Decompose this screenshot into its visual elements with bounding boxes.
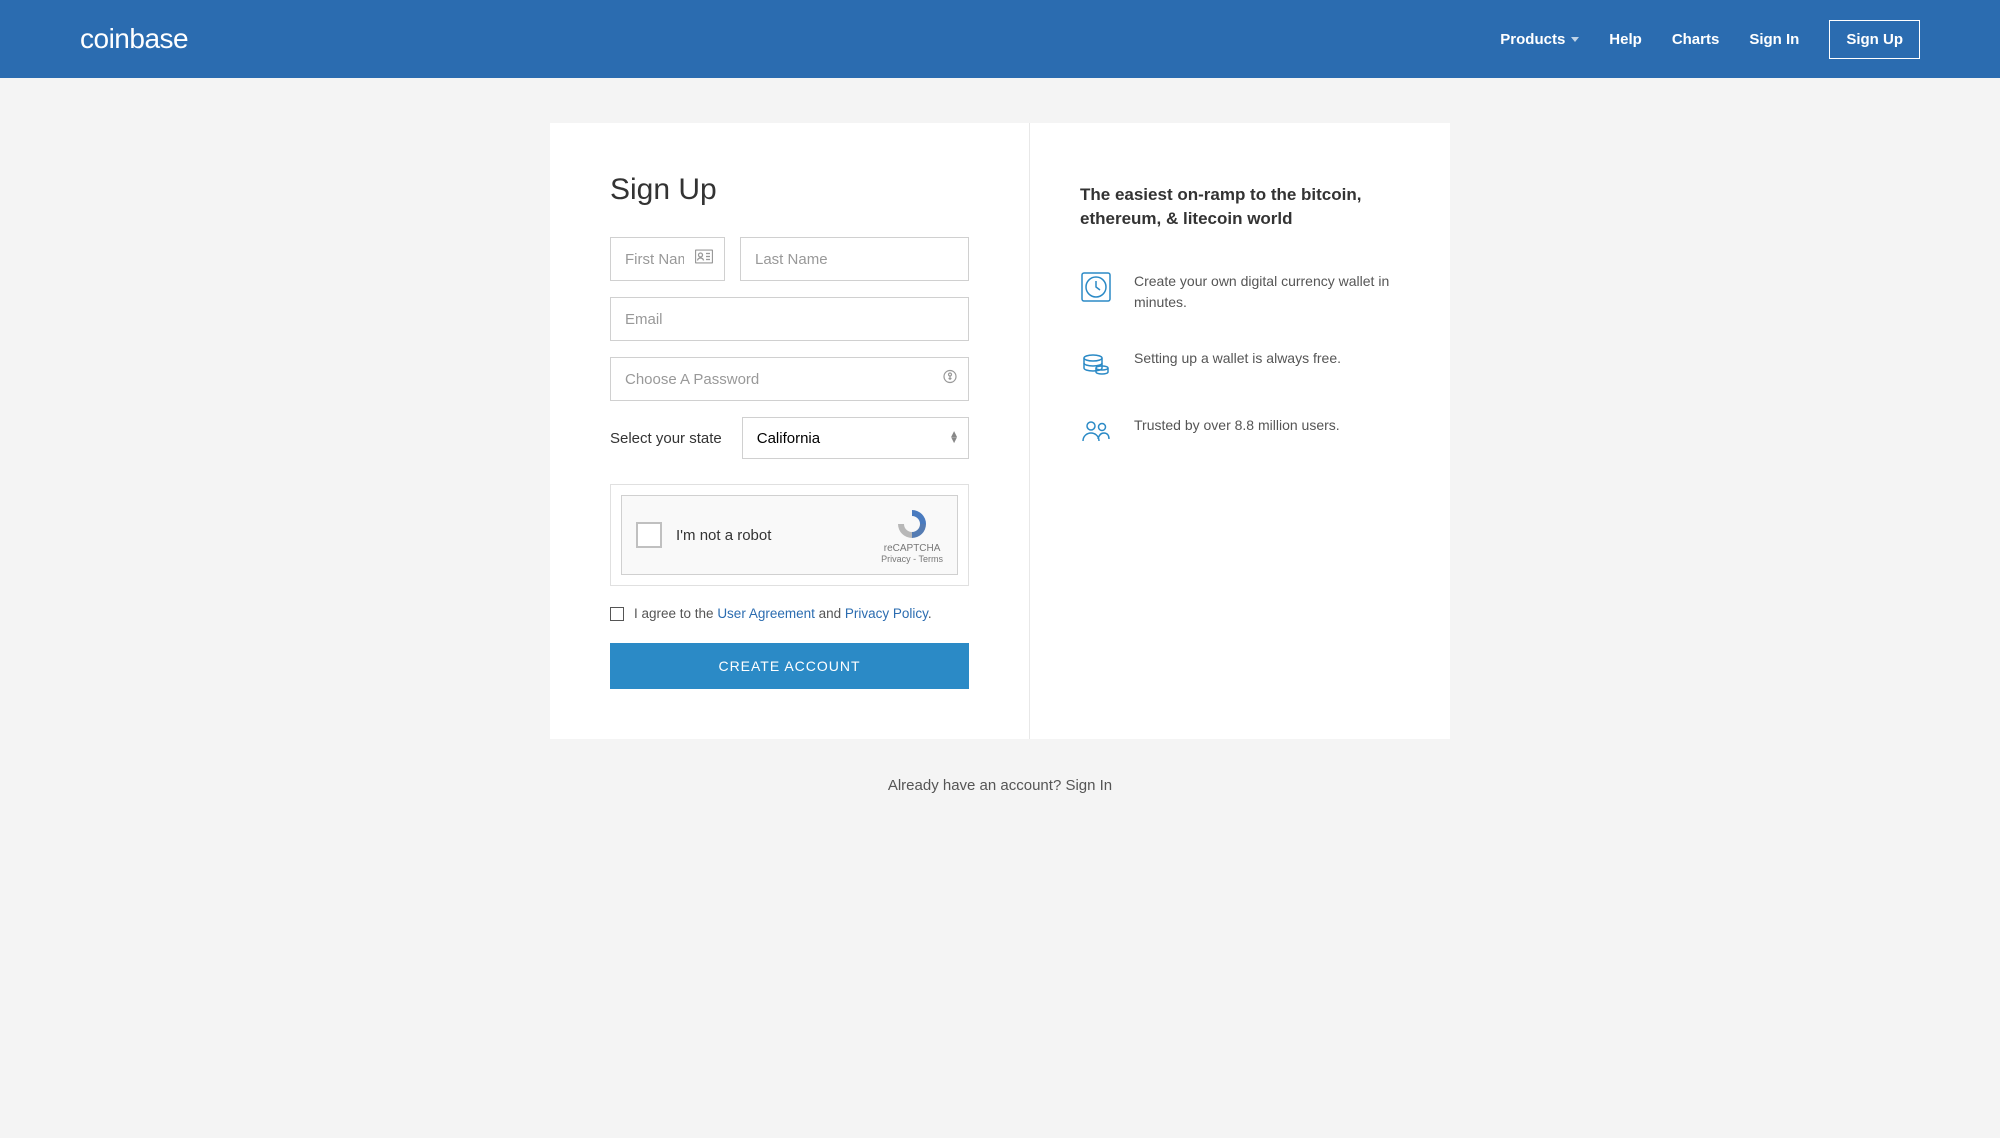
captcha-widget: I'm not a robot reCAPTCHA Privacy - Term… (621, 495, 958, 575)
agree-row: I agree to the User Agreement and Privac… (610, 606, 969, 621)
captcha-text: I'm not a robot (676, 527, 771, 544)
coins-icon (1080, 348, 1112, 380)
email-input[interactable] (610, 297, 969, 341)
benefits-title: The easiest on-ramp to the bitcoin, ethe… (1080, 183, 1395, 231)
page-title: Sign Up (610, 173, 969, 207)
footer-signin-link[interactable]: Sign In (1065, 777, 1112, 794)
nav: Products Help Charts Sign In Sign Up (1500, 20, 1920, 59)
captcha-brand: reCAPTCHA (881, 543, 943, 554)
user-agreement-link[interactable]: User Agreement (717, 606, 815, 621)
benefit-item: Create your own digital currency wallet … (1080, 271, 1395, 313)
signup-card: Sign Up Select your state (550, 123, 1450, 739)
footer-text: Already have an account? Sign In (0, 739, 2000, 832)
form-panel: Sign Up Select your state (550, 123, 1030, 739)
state-label: Select your state (610, 430, 722, 447)
nav-help[interactable]: Help (1609, 31, 1642, 48)
nav-signin[interactable]: Sign In (1749, 31, 1799, 48)
last-name-input[interactable] (740, 237, 969, 281)
benefit-item: Trusted by over 8.8 million users. (1080, 415, 1395, 447)
nav-signup-button[interactable]: Sign Up (1829, 20, 1920, 59)
nav-charts[interactable]: Charts (1672, 31, 1720, 48)
users-icon (1080, 415, 1112, 447)
clock-icon (1080, 271, 1112, 303)
captcha-links: Privacy - Terms (881, 554, 943, 564)
recaptcha-icon (894, 506, 930, 542)
nav-products-label: Products (1500, 31, 1565, 48)
agree-checkbox[interactable] (610, 607, 624, 621)
captcha-badge: reCAPTCHA Privacy - Terms (881, 506, 943, 564)
privacy-policy-link[interactable]: Privacy Policy (845, 606, 928, 621)
nav-products[interactable]: Products (1500, 31, 1579, 48)
contact-card-icon (695, 250, 713, 269)
benefit-text: Create your own digital currency wallet … (1134, 271, 1395, 313)
benefit-text: Trusted by over 8.8 million users. (1134, 415, 1340, 436)
agree-text: I agree to the User Agreement and Privac… (634, 606, 932, 621)
password-input[interactable] (610, 357, 969, 401)
captcha-checkbox[interactable] (636, 522, 662, 548)
state-select[interactable]: California (742, 417, 969, 459)
key-icon (943, 370, 957, 389)
benefit-text: Setting up a wallet is always free. (1134, 348, 1341, 369)
benefits-panel: The easiest on-ramp to the bitcoin, ethe… (1030, 123, 1450, 739)
create-account-button[interactable]: CREATE ACCOUNT (610, 643, 969, 689)
chevron-down-icon (1571, 37, 1579, 42)
benefit-item: Setting up a wallet is always free. (1080, 348, 1395, 380)
header: coinbase Products Help Charts Sign In Si… (0, 0, 2000, 78)
captcha-container: I'm not a robot reCAPTCHA Privacy - Term… (610, 484, 969, 586)
logo[interactable]: coinbase (80, 23, 188, 55)
